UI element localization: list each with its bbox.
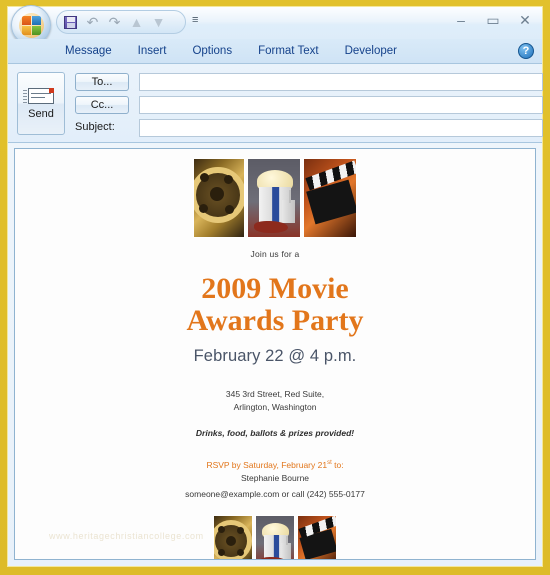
close-button[interactable]: ✕ [514,10,536,30]
clapperboard-image [297,515,337,559]
address-line-1: 345 3rd Street, Red Suite, [225,388,325,399]
maximize-button[interactable]: ▭ [482,10,504,30]
provided-text: Drinks, food, ballots & prizes provided! [195,428,355,439]
office-logo-icon [19,13,44,38]
popcorn-image [247,158,301,238]
invitation-content: Join us for a 2009 Movie Awards Party Fe… [15,149,535,559]
send-button-label: Send [28,107,54,120]
tab-options[interactable]: Options [179,42,245,60]
envelope-icon [23,87,54,104]
contact-name: Stephanie Bourne [240,473,310,484]
save-button[interactable] [61,13,80,32]
rsvp-line: RSVP by Saturday, February 21st to: [15,460,535,470]
send-button[interactable]: Send [17,72,65,135]
redo-icon: ↷ [108,14,121,30]
popcorn-image [255,515,295,559]
next-item-button[interactable]: ▼ [149,13,168,32]
tab-developer[interactable]: Developer [332,42,410,60]
join-us-text: Join us for a [250,249,300,259]
invitation-address: 345 3rd Street, Red Suite, Arlington, Wa… [15,388,535,414]
contact-details: someone@example.com or call (242) 555-01… [185,488,365,499]
up-arrow-icon: ▲ [129,14,144,30]
invitation-title-line2: Awards Party [186,304,364,338]
tab-format-text[interactable]: Format Text [245,42,332,60]
down-arrow-icon: ▼ [151,14,166,30]
rsvp-prefix: RSVP by Saturday, February 21 [206,460,328,471]
subject-label: Subject: [75,121,115,133]
quick-access-toolbar: ↶ ↷ ▲ ▼ [56,10,186,34]
film-reel-image [213,515,253,559]
help-icon[interactable]: ? [518,43,534,59]
top-image-row [15,158,535,238]
clapperboard-image [303,158,357,238]
message-body[interactable]: www.heritagechristiancollege.com Join us… [14,148,536,560]
tab-insert[interactable]: Insert [125,42,180,60]
minimize-button[interactable]: – [450,10,472,30]
window-inner: ↶ ↷ ▲ ▼ ≡ – ▭ ✕ Message Insert Options F… [7,5,543,567]
outlook-compose-window: ↶ ↷ ▲ ▼ ≡ – ▭ ✕ Message Insert Options F… [0,0,550,575]
subject-input[interactable] [139,119,543,137]
address-line-2: Arlington, Washington [233,401,317,412]
tab-message[interactable]: Message [52,42,125,60]
bottom-image-row [15,515,535,559]
ribbon-tab-bar: Message Insert Options Format Text Devel… [8,39,542,64]
film-reel-image [193,158,245,238]
invitation-title: 2009 Movie Awards Party [15,272,535,338]
customize-quick-access-icon[interactable]: ≡ [192,14,198,26]
message-body-area: www.heritagechristiancollege.com Join us… [8,143,542,566]
undo-button[interactable]: ↶ [83,13,102,32]
save-icon [64,15,77,29]
undo-icon: ↶ [86,14,99,30]
to-button[interactable]: To... [75,73,129,91]
redo-button[interactable]: ↷ [105,13,124,32]
window-controls: – ▭ ✕ [450,10,536,30]
previous-item-button[interactable]: ▲ [127,13,146,32]
invitation-date-time: February 22 @ 4 p.m. [193,346,357,365]
cc-input[interactable] [139,96,543,114]
title-bar: ↶ ↷ ▲ ▼ ≡ – ▭ ✕ [8,5,542,45]
to-input[interactable] [139,73,543,91]
rsvp-suffix: to: [331,460,344,471]
invitation-title-line1: 2009 Movie [201,272,349,305]
cc-button[interactable]: Cc... [75,96,129,114]
compose-header: Send To... Cc... Subject: [8,64,543,143]
